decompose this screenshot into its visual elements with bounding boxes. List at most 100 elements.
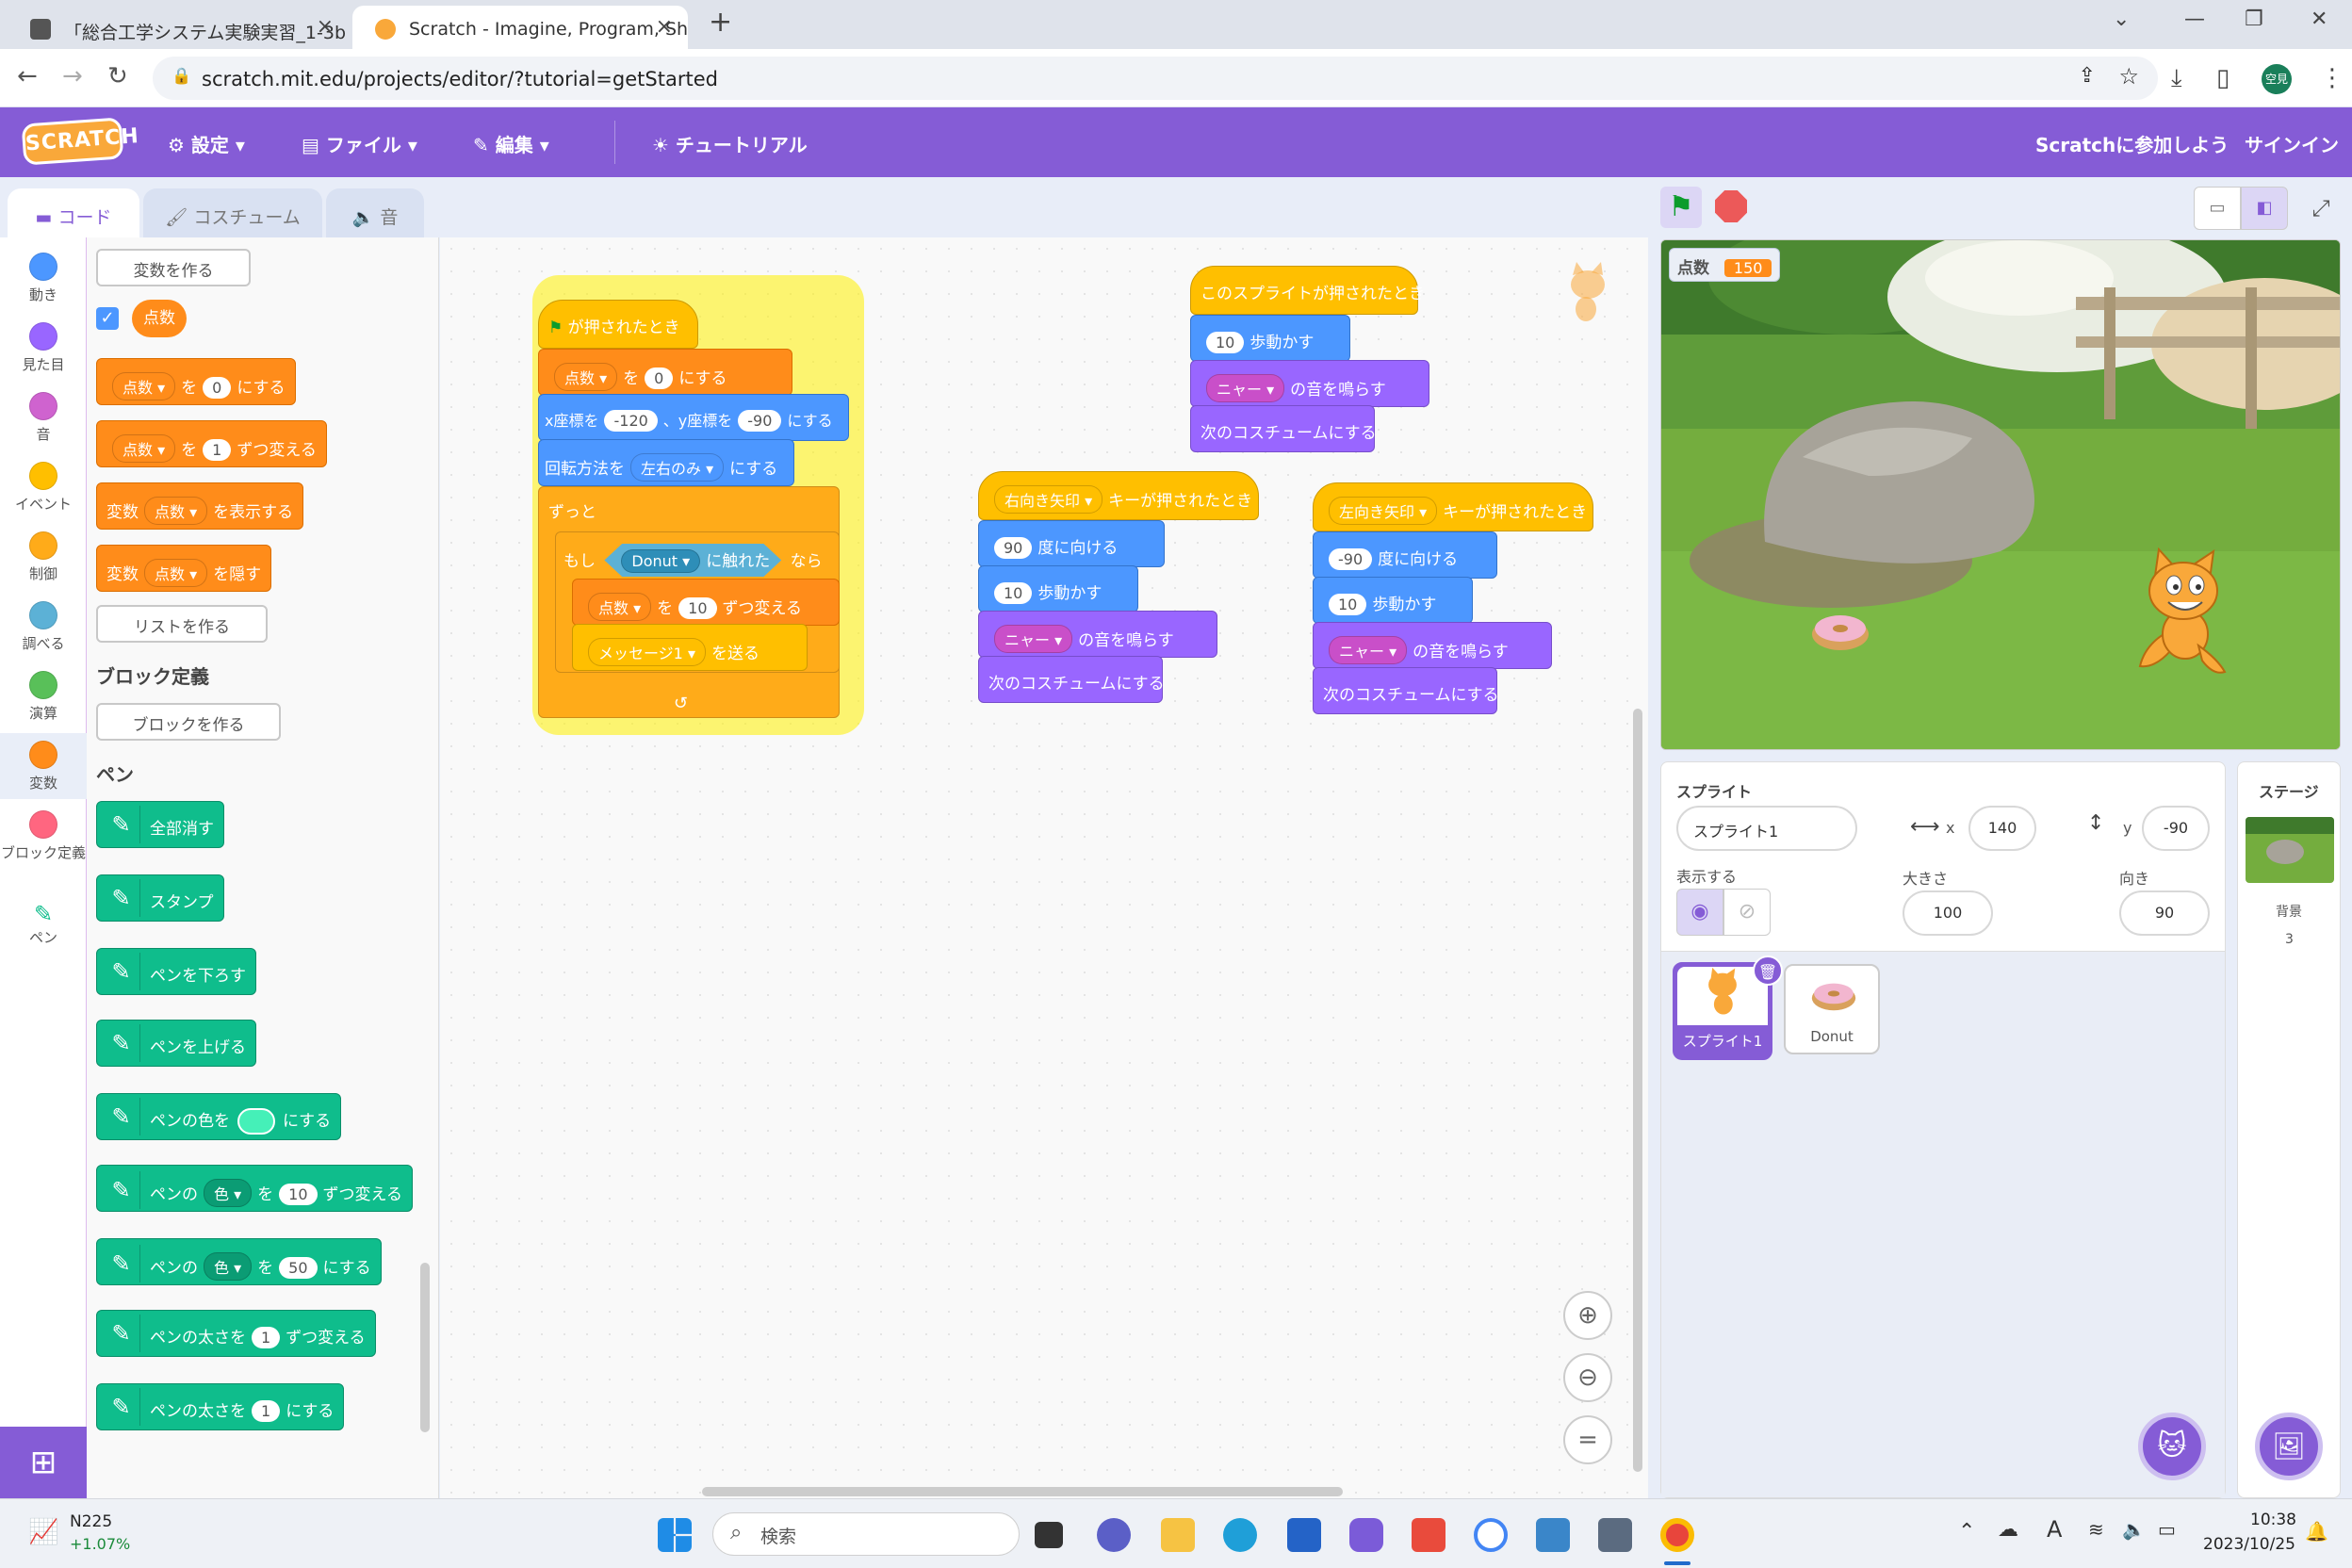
ime-icon[interactable]: A [2047,1516,2062,1543]
clock-time[interactable]: 10:38 [2250,1511,2296,1529]
y-input[interactable]: -90 [738,410,782,432]
category-sound[interactable]: 音 [0,392,87,444]
minimize-icon[interactable]: — [2184,8,2205,31]
back-icon[interactable]: ← [17,62,38,90]
add-extension-button[interactable]: ⊞ [0,1427,87,1498]
chrome-icon[interactable] [1660,1518,1694,1552]
fullscreen-button[interactable]: ⤢ [2299,187,2343,230]
delete-sprite-icon[interactable]: 🗑 [1753,956,1783,986]
show-hidden-button[interactable]: ⊘ [1723,889,1771,936]
pen-change-size-block[interactable]: ✎ ペンの太さを 1 ずつ変える [96,1310,376,1357]
more-menu-icon[interactable]: ⋮ [2320,64,2344,92]
touching-block[interactable]: Donut ▾ に触れた [604,544,782,577]
value-input[interactable]: 0 [203,377,232,399]
next-costume-block[interactable]: 次のコスチュームにする [1190,405,1377,452]
category-variables[interactable]: 変数 [0,733,87,799]
set-variable-block[interactable]: 点数 ▾ を 0 にする [538,349,792,396]
variable-dropdown[interactable]: 点数 ▾ [144,559,208,587]
normal-stage-button[interactable]: ◧ [2241,187,2288,230]
cat-sprite[interactable] [2127,547,2240,679]
category-control[interactable]: 制御 [0,531,87,583]
next-costume-block[interactable]: 次のコスチュームにする [1313,667,1499,714]
tray-chevron-icon[interactable]: ⌃ [1958,1520,1975,1544]
category-motion[interactable]: 動き [0,253,87,304]
y-field[interactable]: -90 [2142,806,2210,851]
message-dropdown[interactable]: メッセージ1 ▾ [588,638,706,666]
sprite-thumb-selected[interactable]: スプライト1 🗑 [1673,956,1783,1060]
size-field[interactable]: 100 [1903,890,1993,936]
tutorial-button[interactable]: ☀ チュートリアル [652,130,808,157]
donut-sprite[interactable] [1810,610,1870,651]
play-sound-block[interactable]: ニャー ▾ の音を鳴らす [1190,360,1429,407]
close-tab-icon[interactable]: × [656,15,673,39]
next-costume-block[interactable]: 次のコスチュームにする [978,656,1165,703]
add-backdrop-button[interactable]: 🖼 [2255,1413,2323,1480]
show-variable-block[interactable]: 変数 点数 ▾ を表示する [96,482,304,530]
category-events[interactable]: イベント [0,462,87,514]
script-hscrollbar[interactable] [702,1487,1343,1496]
when-right-key-block[interactable]: 右向き矢印 ▾ キーが押されたとき [978,471,1259,520]
pen-set-color-block[interactable]: ✎ ペンの色を にする [96,1093,342,1140]
rotation-dropdown[interactable]: 左右のみ ▾ [630,453,725,482]
steps-input[interactable]: 10 [994,582,1033,604]
main-script[interactable]: ⚑ が押されたとき 点数 ▾ を 0 にする x座標を -120 、y座標を -90 にする … [532,275,864,735]
close-tab-icon[interactable]: × [317,15,334,39]
add-sprite-button[interactable]: 🐱 [2138,1413,2206,1480]
category-sensing[interactable]: 調べる [0,601,87,653]
onedrive-icon[interactable]: ☁ [1998,1518,2018,1542]
steps-input[interactable]: 10 [1206,332,1245,353]
zoom-reset-button[interactable]: = [1563,1415,1612,1464]
variable-dropdown[interactable]: 点数 ▾ [554,363,618,391]
settings-menu[interactable]: ⚙ 設定 ▾ [168,130,245,157]
edit-menu[interactable]: ✎ 編集 ▾ [473,130,549,157]
pen-clear-block[interactable]: ✎ 全部消す [96,801,224,848]
close-window-icon[interactable]: ✕ [2311,8,2328,31]
broadcast-block[interactable]: メッセージ1 ▾ を送る [572,624,808,671]
notepad-icon[interactable] [1536,1518,1570,1552]
move-steps-block[interactable]: 10 歩動かす [1313,577,1473,624]
steps-input[interactable]: 10 [1329,594,1367,615]
show-visible-button[interactable]: ◉ [1676,889,1723,936]
forward-icon[interactable]: → [62,62,83,90]
copilot-icon[interactable] [1349,1518,1383,1552]
change-variable-block[interactable]: 点数 ▾ を 1 ずつ変える [96,420,327,467]
x-input[interactable]: -120 [604,410,658,432]
browser-tab-1[interactable]: 「総合工学システム実験実習_1-3b × [8,6,349,49]
share-icon[interactable]: ⇪ [2079,64,2096,88]
sprite-name-field[interactable]: スプライト1 [1676,806,1857,851]
stage-canvas[interactable]: 点数 150 [1660,239,2341,750]
zoom-out-button[interactable]: ⊖ [1563,1353,1612,1402]
file-explorer-icon[interactable] [1161,1518,1195,1552]
script-area[interactable]: ⚑ が押されたとき 点数 ▾ を 0 にする x座標を -120 、y座標を -90 にする … [440,237,1648,1498]
variable-dropdown[interactable]: 点数 ▾ [588,593,652,621]
calculator-icon[interactable] [1598,1518,1632,1552]
sound-dropdown[interactable]: ニャー ▾ [1329,636,1408,664]
point-direction-block[interactable]: -90 度に向ける [1313,531,1497,579]
value-input[interactable]: 1 [203,439,232,461]
sound-dropdown[interactable]: ニャー ▾ [994,625,1073,653]
variable-dropdown[interactable]: 点数 ▾ [112,372,176,400]
notification-bell-icon[interactable]: 🔔 [2305,1520,2328,1543]
make-block-button[interactable]: ブロックを作る [96,703,281,741]
tab-search-icon[interactable]: ⌄ [2113,8,2130,31]
move-steps-block[interactable]: 10 歩動かす [1190,315,1350,362]
direction-input[interactable]: 90 [994,537,1033,559]
tab-sound[interactable]: 🔈 音 [326,188,424,237]
scratch-logo[interactable]: SCRATCH [21,117,139,166]
hide-variable-block[interactable]: 変数 点数 ▾ を隠す [96,545,272,592]
x-field[interactable]: 140 [1968,806,2036,851]
stock-name[interactable]: N225 [70,1512,112,1531]
when-left-key-block[interactable]: 左向き矢印 ▾ キーが押されたとき [1313,482,1593,531]
tab-code[interactable]: ▬ コード [8,188,139,237]
zoom-in-button[interactable]: ⊕ [1563,1291,1612,1340]
pen-param-dropdown[interactable]: 色 ▾ [204,1179,253,1207]
value-input[interactable]: 10 [678,597,717,619]
palette-scrollbar[interactable] [420,1263,430,1432]
green-flag-button[interactable]: ⚑ [1660,187,1702,228]
pen-up-block[interactable]: ✎ ペンを上げる [96,1020,256,1067]
direction-input[interactable]: -90 [1329,548,1373,570]
make-variable-button[interactable]: 変数を作る [96,249,251,286]
category-pen[interactable]: ✎ ペン [0,901,87,947]
script-vscrollbar[interactable] [1633,709,1642,1472]
variable-dropdown[interactable]: 点数 ▾ [144,497,208,525]
